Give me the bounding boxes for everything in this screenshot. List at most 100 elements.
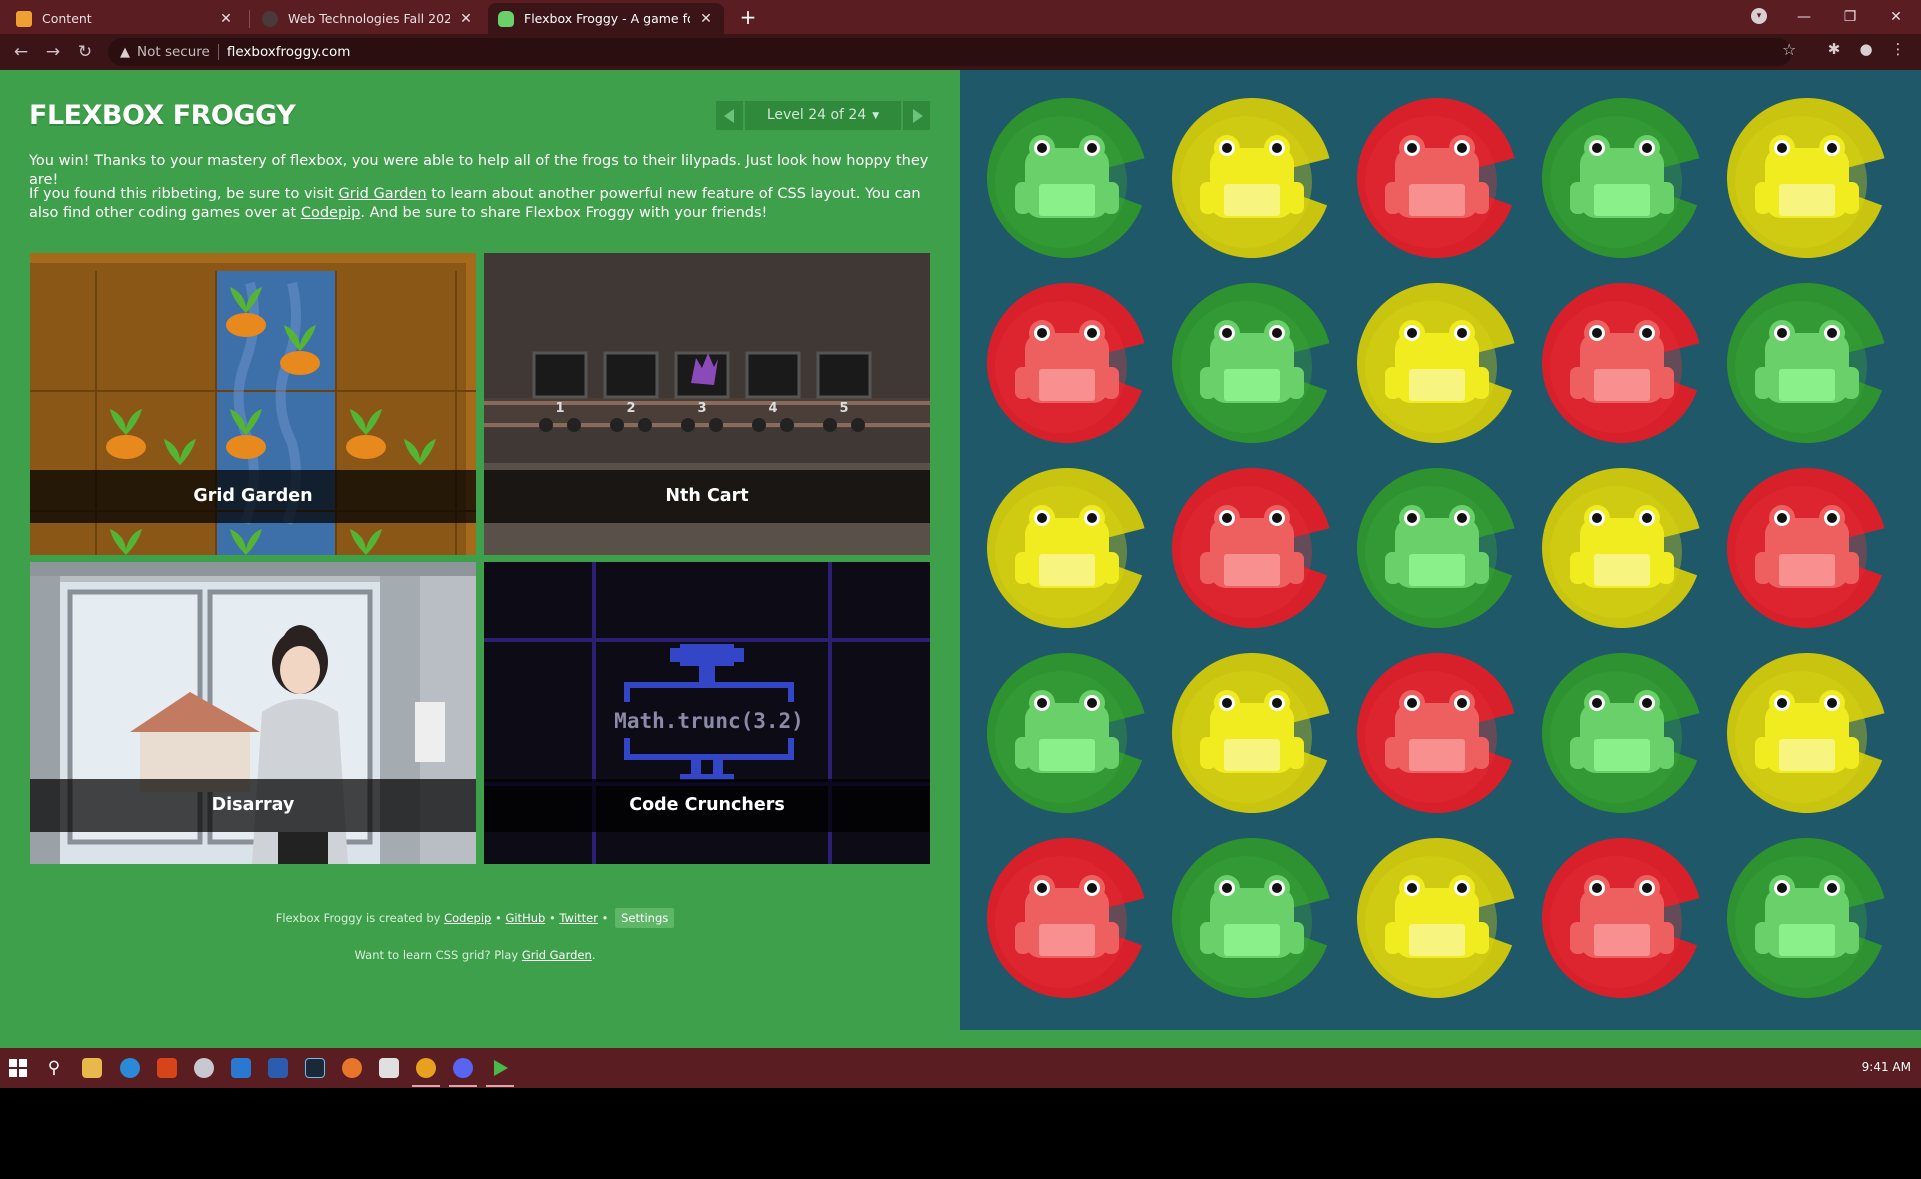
visit-suffix: . And be sure to share Flexbox Froggy wi… xyxy=(360,205,768,221)
cart-number: 5 xyxy=(839,401,848,416)
pond-board xyxy=(960,70,1921,1030)
sidebar: FLEXBOX FROGGY Level 24 of 24 ▼ You win! … xyxy=(0,70,960,1048)
footer-separator: • xyxy=(545,911,560,925)
lilypad-frog xyxy=(987,283,1145,443)
settings-button[interactable]: Settings xyxy=(615,908,675,928)
mail-icon[interactable] xyxy=(231,1058,251,1078)
next-level-button[interactable] xyxy=(903,101,930,130)
media-icon[interactable] xyxy=(486,1058,514,1087)
lilypad-frog xyxy=(1727,838,1885,999)
footer-codepip-link[interactable]: Codepip xyxy=(444,911,491,925)
footer-github-link[interactable]: GitHub xyxy=(505,911,545,925)
restore-icon[interactable]: ❐ xyxy=(1827,3,1873,31)
tab-flexbox-froggy[interactable]: Flexbox Froggy - A game for lear ✕ xyxy=(488,3,724,34)
address-bar[interactable]: ▲ Not secure flexboxfroggy.com xyxy=(108,38,1792,66)
word-icon[interactable] xyxy=(268,1058,288,1078)
footer-grid-promo: Want to learn CSS grid? Play Grid Garden… xyxy=(0,948,950,962)
footer-grid-garden-link[interactable]: Grid Garden xyxy=(522,948,592,962)
arrow-right-icon xyxy=(913,109,923,123)
lilypad-frog xyxy=(1357,653,1515,814)
code-crunchers-card[interactable]: Math.trunc(3.2) Code Crunchers xyxy=(484,562,930,864)
app-icon[interactable] xyxy=(194,1058,214,1078)
content-favicon-icon xyxy=(16,10,32,27)
back-arrow-icon[interactable]: ← xyxy=(9,40,33,64)
caret-down-icon: ▼ xyxy=(872,111,880,121)
browser-toolbar: ← → ↻ ▲ Not secure flexboxfroggy.com xyxy=(0,34,1921,70)
grid-garden-label: Grid Garden xyxy=(30,470,476,523)
cart-number: 2 xyxy=(626,401,635,416)
lilypad-frog xyxy=(1727,98,1885,259)
footer-separator: • xyxy=(491,911,506,925)
web-technologies-favicon-icon xyxy=(262,10,278,27)
disarray-label: Disarray xyxy=(30,779,476,832)
lilypad-frog xyxy=(1542,283,1700,444)
lilypad-frog xyxy=(1542,838,1700,999)
cart-number: 3 xyxy=(697,401,706,416)
previous-level-button[interactable] xyxy=(716,101,743,130)
minimize-icon[interactable]: — xyxy=(1781,3,1827,31)
lilypad-frog xyxy=(987,838,1145,999)
extensions-puzzle-icon[interactable]: ✱ xyxy=(1824,40,1844,58)
code-snippet: Math.trunc(3.2) xyxy=(614,709,804,733)
tab-search-icon[interactable]: ▾ xyxy=(1751,8,1767,24)
menu-dots-icon[interactable]: ⋮ xyxy=(1888,40,1908,58)
discord-icon[interactable] xyxy=(449,1058,477,1087)
footer-separator: • xyxy=(597,911,613,925)
close-tab-icon[interactable]: ✕ xyxy=(218,11,234,27)
level-navigation: Level 24 of 24 ▼ xyxy=(716,101,930,130)
lilypad-frog xyxy=(1727,468,1885,629)
edge-icon[interactable] xyxy=(120,1058,140,1078)
steam-icon[interactable] xyxy=(305,1058,325,1078)
grid-garden-link[interactable]: Grid Garden xyxy=(338,186,426,202)
footer-created-by: Flexbox Froggy is created by xyxy=(275,911,445,925)
arrow-left-icon xyxy=(724,109,734,123)
tab-content[interactable]: Content ✕ xyxy=(6,3,244,34)
file-explorer-icon[interactable] xyxy=(82,1058,102,1078)
url-text[interactable]: flexboxfroggy.com xyxy=(227,44,351,60)
lilypad-frog xyxy=(1357,838,1515,999)
warning-triangle-icon: ▲ xyxy=(120,44,130,60)
close-window-icon[interactable]: ✕ xyxy=(1873,3,1919,31)
lilypad-frog xyxy=(987,468,1145,629)
grid-garden-card[interactable]: Grid Garden xyxy=(30,253,476,555)
tab-separator xyxy=(249,10,250,28)
pond-svg xyxy=(987,97,1885,999)
store-icon[interactable] xyxy=(379,1058,399,1078)
tab-label: Content xyxy=(42,11,92,26)
lilypad-frog xyxy=(1727,283,1885,444)
disarray-card[interactable]: Disarray xyxy=(30,562,476,864)
new-tab-button[interactable]: + xyxy=(736,5,760,29)
close-tab-icon[interactable]: ✕ xyxy=(698,11,714,27)
lilypad-frog xyxy=(1357,283,1515,443)
lilypad-frog xyxy=(1542,98,1700,259)
level-indicator[interactable]: Level 24 of 24 ▼ xyxy=(745,101,901,130)
page-content: FLEXBOX FROGGY Level 24 of 24 ▼ You win! … xyxy=(0,70,1921,1048)
visit-message: If you found this ribbeting, be sure to … xyxy=(29,185,934,223)
forward-arrow-icon[interactable]: → xyxy=(41,40,65,64)
chrome-icon[interactable] xyxy=(412,1058,440,1087)
grid-prompt-end: . xyxy=(591,948,596,962)
cart-number: 4 xyxy=(768,401,777,416)
nth-cart-label: Nth Cart xyxy=(484,470,930,523)
visit-prefix: If you found this ribbeting, be sure to … xyxy=(29,186,339,202)
windows-start-icon[interactable] xyxy=(8,1058,28,1078)
office-icon[interactable] xyxy=(157,1058,177,1078)
tab-web-technologies[interactable]: Web Technologies Fall 2021 – 02 ✕ xyxy=(252,3,484,34)
lilypad-frog xyxy=(1542,468,1700,629)
lilypad-frog xyxy=(987,653,1145,814)
nth-cart-card[interactable]: 1 2 3 4 5 Nth Cart xyxy=(484,253,930,555)
bookmark-star-icon[interactable]: ☆ xyxy=(1782,40,1796,59)
reload-icon[interactable]: ↻ xyxy=(73,40,97,64)
footer-credits: Flexbox Froggy is created by Codepip • G… xyxy=(0,908,950,928)
footer-twitter-link[interactable]: Twitter xyxy=(559,911,598,925)
search-icon[interactable]: ⚲ xyxy=(44,1058,64,1078)
profile-icon[interactable]: ● xyxy=(1856,40,1876,58)
close-tab-icon[interactable]: ✕ xyxy=(458,11,474,27)
codepip-link[interactable]: Codepip xyxy=(301,205,361,221)
frog-favicon-icon xyxy=(498,10,514,27)
lilypad-frog xyxy=(1172,652,1330,813)
firefox-icon[interactable] xyxy=(342,1058,362,1078)
lilypad-frog xyxy=(1172,467,1330,628)
lilypad-frog xyxy=(1542,653,1700,814)
below-screen-area xyxy=(0,1088,1921,1179)
